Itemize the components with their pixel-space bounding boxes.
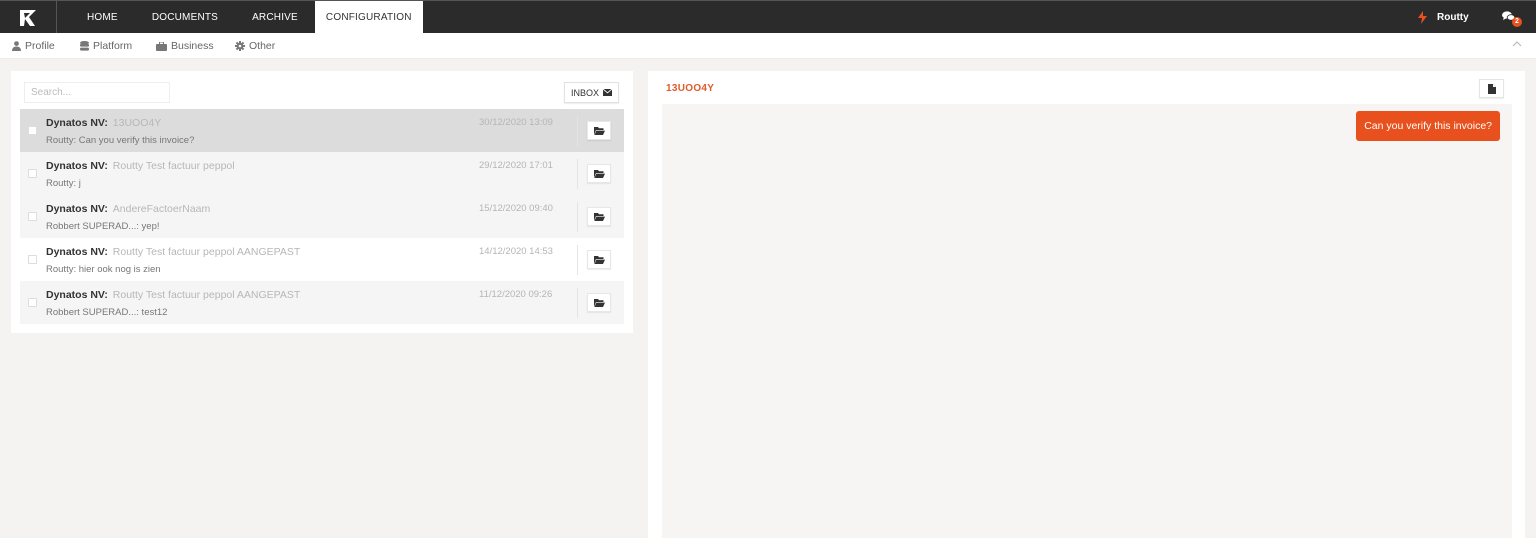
message-date: 15/12/2020 09:40	[479, 203, 553, 214]
inbox-button[interactable]: INBOX	[564, 82, 619, 103]
message-sender: Dynatos NV:	[46, 203, 108, 215]
folder-open-icon	[593, 298, 605, 307]
divider	[577, 116, 578, 146]
message-sender: Dynatos NV:	[46, 160, 108, 172]
database-icon	[80, 41, 89, 51]
divider	[577, 288, 578, 318]
briefcase-icon	[156, 41, 167, 51]
message-subject: 13UOO4Y	[112, 117, 162, 129]
archive-button[interactable]	[587, 207, 611, 226]
logo-icon	[20, 9, 36, 26]
inbox-panel: INBOX Dynatos NV: 13UOO4Y Routty: Can yo…	[11, 71, 633, 333]
message-title: Dynatos NV: AndereFactoerNaam	[46, 203, 210, 215]
folder-open-icon	[593, 169, 605, 178]
open-document-button[interactable]	[1479, 79, 1504, 98]
archive-button[interactable]	[587, 293, 611, 312]
subnav-platform[interactable]: Platform	[80, 33, 132, 59]
message-title: Dynatos NV: Routty Test factuur peppol A…	[46, 246, 300, 258]
message-title: Dynatos NV: 13UOO4Y	[46, 117, 161, 129]
chevron-up-icon[interactable]	[1512, 40, 1522, 47]
message-checkbox[interactable]	[28, 126, 37, 135]
message-title: Dynatos NV: Routty Test factuur peppol A…	[46, 289, 300, 301]
folder-open-icon	[593, 126, 605, 135]
divider	[577, 159, 578, 189]
archive-button[interactable]	[587, 164, 611, 183]
message-checkbox[interactable]	[28, 169, 37, 178]
message-date: 29/12/2020 17:01	[479, 160, 553, 171]
chat-badge: 2	[1512, 17, 1522, 27]
message-sender: Dynatos NV:	[46, 246, 108, 258]
nav-configuration[interactable]: CONFIGURATION	[314, 1, 423, 34]
search-input[interactable]	[24, 82, 170, 103]
nav-home[interactable]: HOME	[70, 1, 135, 34]
message-row[interactable]: Dynatos NV: Routty Test factuur peppol A…	[20, 281, 624, 324]
subnav-label: Profile	[25, 40, 55, 52]
message-sender: Dynatos NV:	[46, 289, 108, 301]
user-menu[interactable]: Routty	[1418, 1, 1469, 34]
folder-open-icon	[593, 212, 605, 221]
envelope-icon	[603, 89, 612, 96]
message-preview: Routty: j	[46, 178, 81, 189]
message-date: 30/12/2020 13:09	[479, 117, 553, 128]
conversation-panel: 13UOO4Y Can you verify this invoice?	[648, 71, 1525, 538]
message-row[interactable]: Dynatos NV: 13UOO4Y Routty: Can you veri…	[20, 109, 624, 152]
chat-area: Can you verify this invoice?	[662, 104, 1512, 538]
message-sender: Dynatos NV:	[46, 117, 108, 129]
message-subject: Routty Test factuur peppol	[112, 160, 235, 172]
message-preview: Routty: Can you verify this invoice?	[46, 135, 195, 146]
document-icon	[1487, 83, 1496, 94]
message-title: Dynatos NV: Routty Test factuur peppol	[46, 160, 235, 172]
divider	[577, 245, 578, 275]
subnav-label: Platform	[93, 40, 133, 52]
nav-archive[interactable]: ARCHIVE	[235, 1, 315, 34]
chat-message-bubble: Can you verify this invoice?	[1356, 111, 1500, 141]
folder-open-icon	[593, 255, 605, 264]
inbox-label: INBOX	[570, 87, 599, 98]
conversation-title: 13UOO4Y	[666, 83, 715, 94]
divider	[577, 202, 578, 232]
top-navbar: HOME DOCUMENTS ARCHIVE CONFIGURATION Rou…	[0, 0, 1536, 34]
message-date: 14/12/2020 14:53	[479, 246, 553, 257]
message-row[interactable]: Dynatos NV: Routty Test factuur peppol R…	[20, 152, 624, 195]
message-row[interactable]: Dynatos NV: Routty Test factuur peppol A…	[20, 238, 624, 281]
message-subject: AndereFactoerNaam	[112, 203, 211, 215]
gear-icon	[235, 41, 245, 51]
subnav-profile[interactable]: Profile	[12, 33, 55, 59]
subnav-label: Other	[249, 40, 276, 52]
message-subject: Routty Test factuur peppol AANGEPAST	[112, 289, 301, 301]
message-row[interactable]: Dynatos NV: AndereFactoerNaam Robbert SU…	[20, 195, 624, 238]
subnav-other[interactable]: Other	[235, 33, 275, 59]
user-name: Routty	[1437, 12, 1469, 23]
message-checkbox[interactable]	[28, 212, 37, 221]
bolt-icon	[1418, 11, 1427, 24]
message-subject: Routty Test factuur peppol AANGEPAST	[112, 246, 301, 258]
message-preview: Robbert SUPERAD...: test12	[46, 307, 168, 318]
message-checkbox[interactable]	[28, 298, 37, 307]
sub-navbar: Profile Platform Business Other	[0, 33, 1536, 59]
archive-button[interactable]	[587, 121, 611, 140]
message-date: 11/12/2020 09:26	[479, 289, 553, 300]
message-checkbox[interactable]	[28, 255, 37, 264]
user-icon	[12, 41, 21, 51]
subnav-business[interactable]: Business	[156, 33, 214, 59]
nav-documents[interactable]: DOCUMENTS	[135, 1, 235, 34]
app-logo[interactable]	[0, 1, 57, 34]
message-preview: Robbert SUPERAD...: yep!	[46, 221, 160, 232]
archive-button[interactable]	[587, 250, 611, 269]
main-nav: HOME DOCUMENTS ARCHIVE CONFIGURATION	[70, 1, 423, 34]
subnav-label: Business	[171, 40, 214, 52]
message-preview: Routty: hier ook nog is zien	[46, 264, 161, 275]
